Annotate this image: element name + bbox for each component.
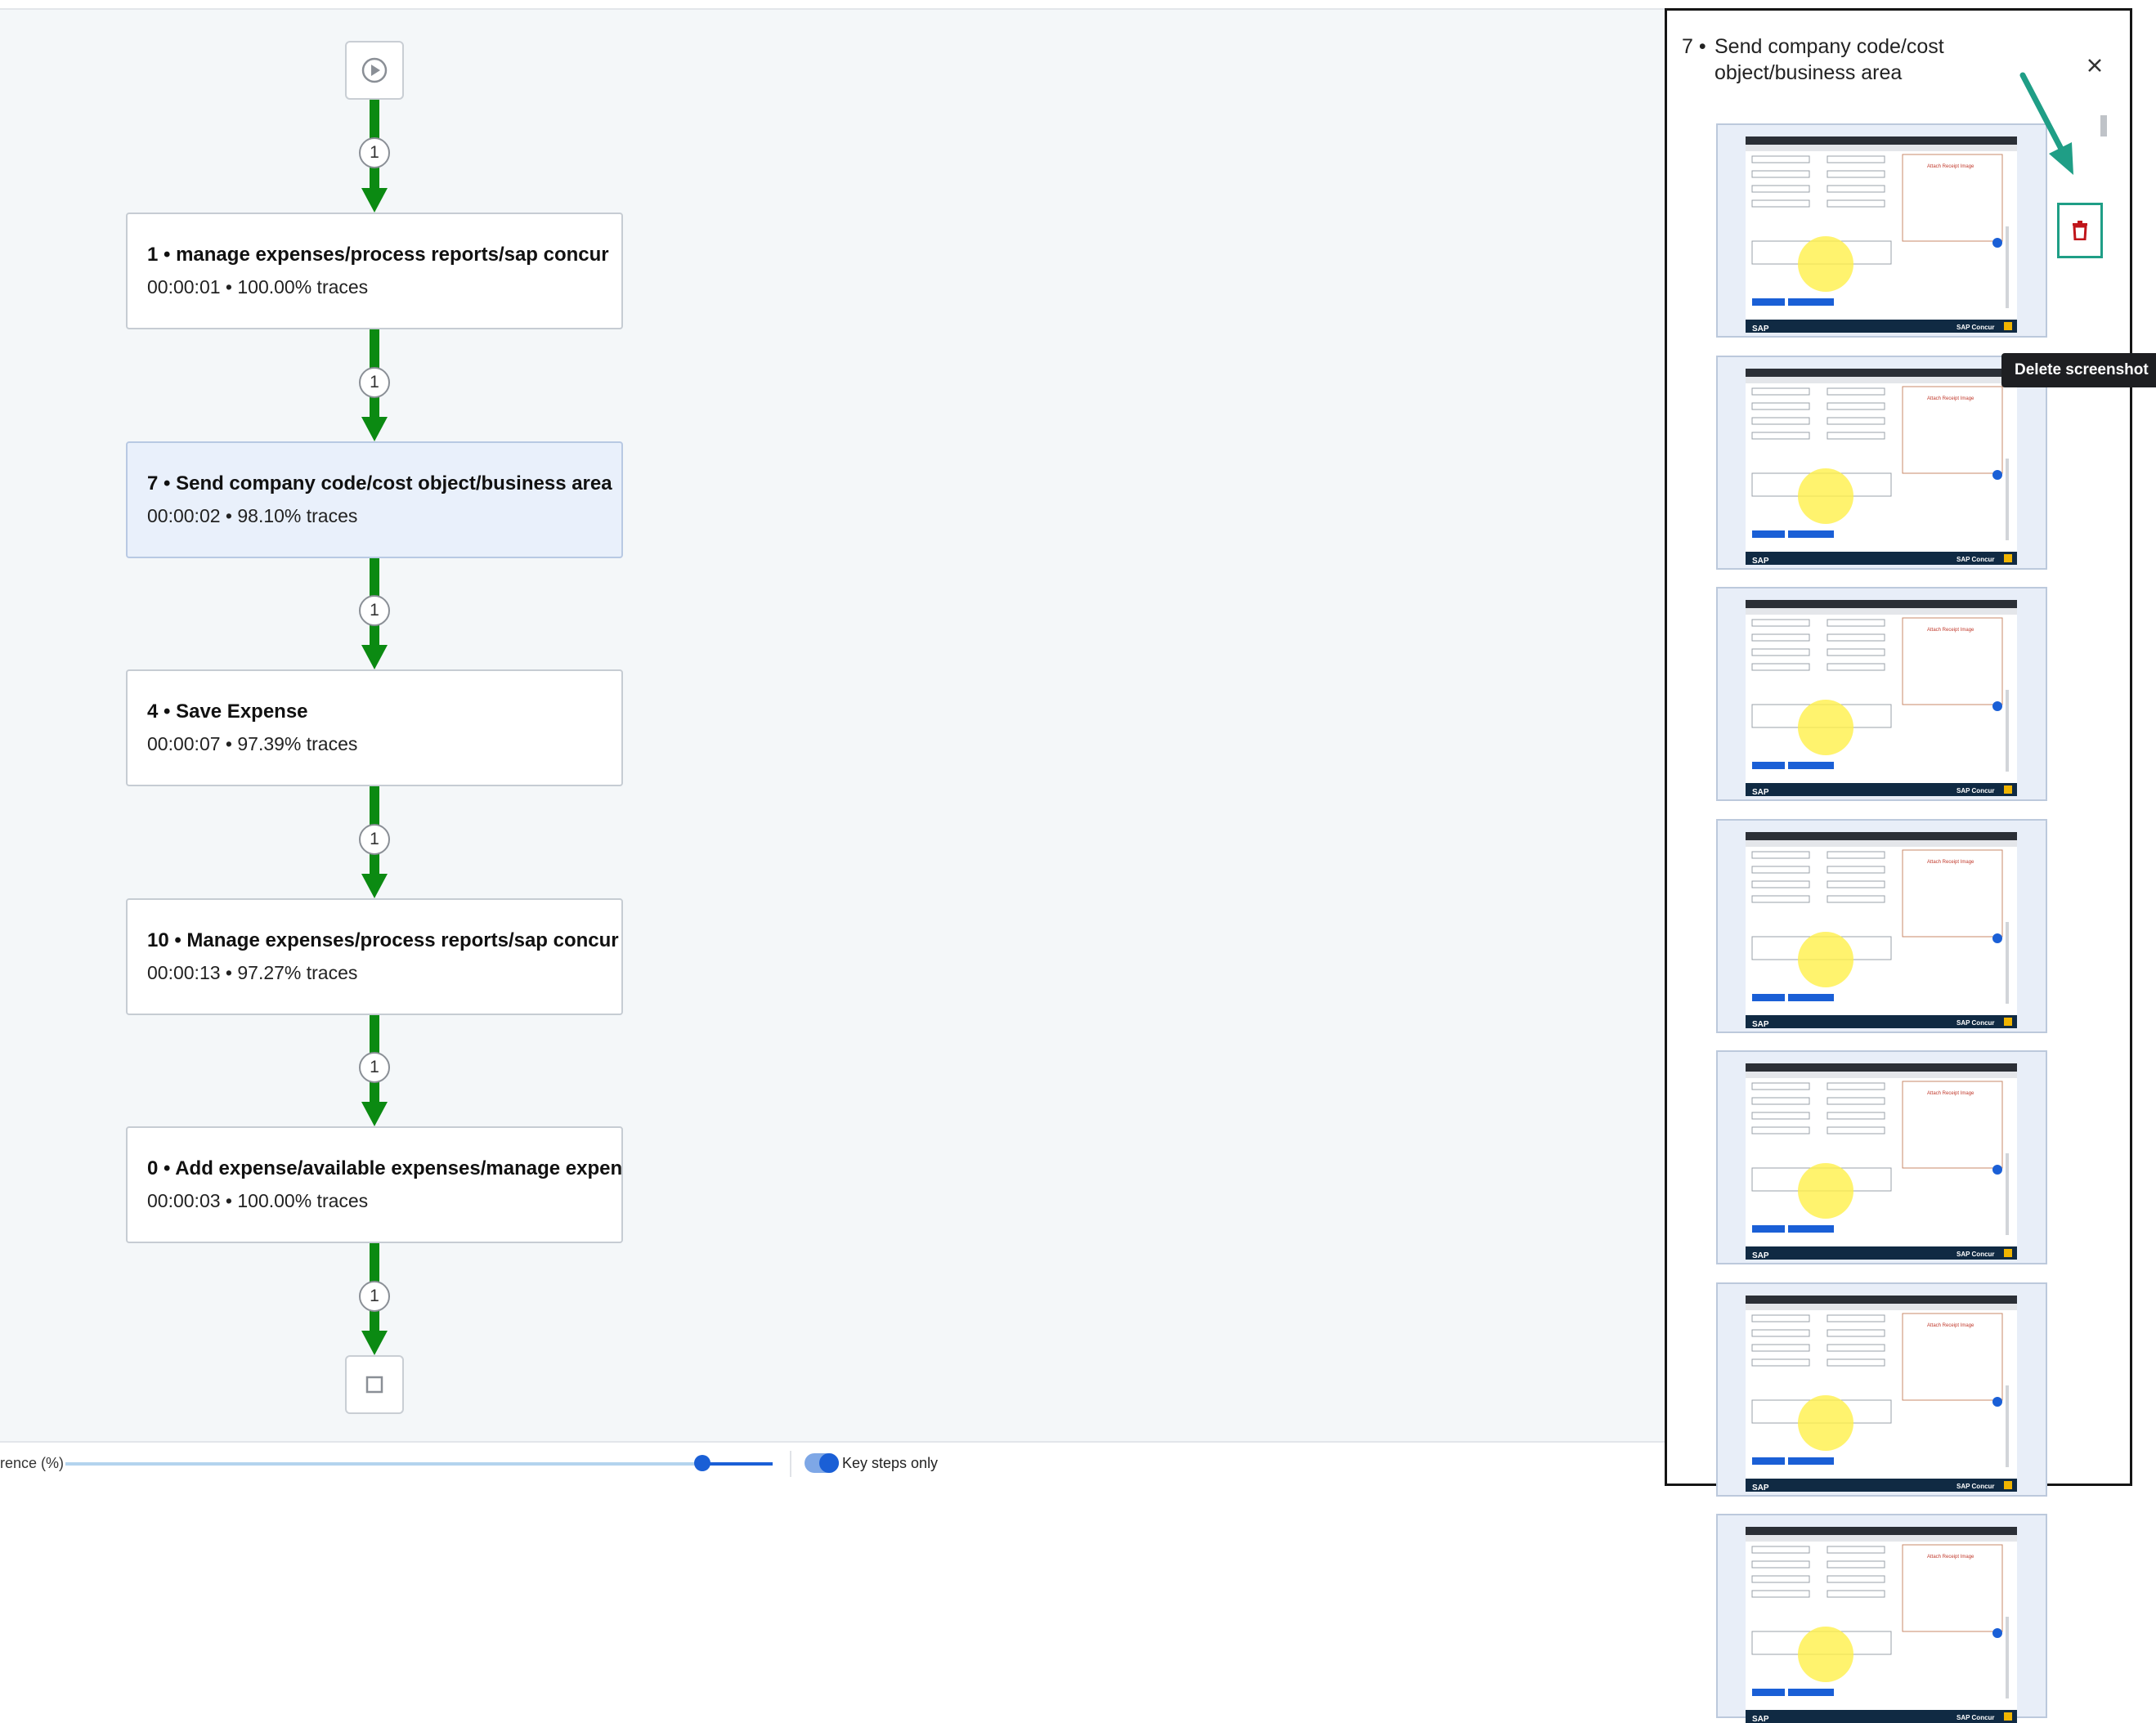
step-card[interactable]: 4 • Save Expense 00:00:07 • 97.39% traces [126, 669, 623, 786]
step-title: 10 • Manage expenses/process reports/sap… [147, 929, 619, 951]
screenshot-thumbnail[interactable]: Attach Receipt Image SAP SAP Concur [1716, 1514, 2047, 1723]
thumb-brand-text: SAP Concur [1957, 556, 1995, 563]
step-meta: 00:00:03 • 100.00% traces [147, 1190, 369, 1211]
step-meta: 00:00:13 • 97.27% traces [147, 962, 358, 983]
screenshot-thumbnail[interactable]: Attach Receipt Image SAP SAP Concur [1716, 355, 2047, 570]
panel-title: 7 • Send company code/cost object/busine… [1682, 34, 2058, 86]
screenshot-thumbnail[interactable]: Attach Receipt Image SAP SAP Concur [1716, 1050, 2047, 1264]
panel-title-number: 7 • [1682, 35, 1706, 58]
screenshot-image: Attach Receipt Image SAP SAP Concur [1746, 368, 2017, 565]
thumb-sap-text: SAP [1752, 1251, 1769, 1260]
thumb-sap-text: SAP [1752, 1715, 1769, 1723]
annotation-arrow [2019, 72, 2073, 175]
panel-scrollbar[interactable] [2100, 115, 2107, 136]
play-circle-icon [361, 57, 388, 83]
thumb-attach-text: Attach Receipt Image [1927, 164, 1974, 169]
screenshot-thumbnail[interactable]: Attach Receipt Image SAP SAP Concur [1716, 587, 2047, 801]
step-card[interactable]: 10 • Manage expenses/process reports/sap… [126, 898, 623, 1015]
panel-title-text: Send company code/cost object/business a… [1714, 35, 1944, 84]
key-steps-toggle[interactable] [805, 1453, 839, 1473]
screenshot-image: Attach Receipt Image SAP SAP Concur [1746, 831, 2017, 1028]
screenshot-thumbnail[interactable]: Attach Receipt Image SAP SAP Concur [1716, 123, 2047, 338]
thumb-attach-text: Attach Receipt Image [1927, 1323, 1974, 1328]
flow-edge-count[interactable]: 1 [359, 595, 390, 626]
delete-screenshot-tooltip: Delete screenshot [2001, 353, 2156, 387]
flow-edge-count[interactable]: 1 [359, 1280, 390, 1312]
thumb-sap-text: SAP [1752, 324, 1769, 333]
step-card[interactable]: 0 • Add expense/available expenses/manag… [126, 1126, 623, 1243]
thumb-brand-text: SAP Concur [1957, 1019, 1995, 1027]
thumb-attach-text: Attach Receipt Image [1927, 628, 1974, 633]
thumb-sap-text: SAP [1752, 1020, 1769, 1028]
step-details-panel: 7 • Send company code/cost object/busine… [1665, 8, 2132, 1723]
flow-edge-arrow [361, 188, 388, 213]
step-title: 7 • Send company code/cost object/busine… [147, 472, 612, 495]
stop-square-icon [365, 1376, 383, 1394]
close-icon[interactable] [2082, 53, 2107, 78]
thumb-brand-text: SAP Concur [1957, 1251, 1995, 1258]
flow-edge-arrow [361, 645, 388, 669]
thumb-brand-text: SAP Concur [1957, 1483, 1995, 1490]
step-card[interactable]: 1 • manage expenses/process reports/sap … [126, 213, 623, 329]
slider-track[interactable] [65, 1462, 773, 1466]
screenshot-image: Attach Receipt Image SAP SAP Concur [1746, 1295, 2017, 1492]
slider-label: rence (%) [0, 1455, 65, 1471]
end-node[interactable] [345, 1355, 404, 1414]
thumb-sap-text: SAP [1752, 1484, 1769, 1492]
key-steps-label: Key steps only [842, 1455, 939, 1471]
flow-edge-arrow [361, 1102, 388, 1126]
thumb-sap-text: SAP [1752, 788, 1769, 796]
step-card[interactable]: 7 • Send company code/cost object/busine… [126, 441, 623, 558]
thumb-attach-text: Attach Receipt Image [1927, 1091, 1974, 1096]
screenshot-image: Attach Receipt Image SAP SAP Concur [1746, 600, 2017, 796]
thumb-attach-text: Attach Receipt Image [1927, 396, 1974, 401]
slider-fill [703, 1462, 773, 1466]
step-title: 0 • Add expense/available expenses/manag… [147, 1157, 623, 1179]
trash-icon [2073, 221, 2087, 240]
screenshot-image: Attach Receipt Image SAP SAP Concur [1746, 136, 2017, 333]
delete-screenshot-button[interactable] [2057, 203, 2103, 258]
flow-edge-count[interactable]: 1 [359, 366, 390, 398]
thumb-brand-text: SAP Concur [1957, 787, 1995, 794]
flow-edge-count[interactable]: 1 [359, 1052, 390, 1083]
toolbar-divider [790, 1451, 791, 1477]
screenshot-image: Attach Receipt Image SAP SAP Concur [1746, 1527, 2017, 1723]
toggle-knob [819, 1453, 839, 1473]
slider-handle[interactable] [694, 1455, 710, 1471]
process-flow-canvas[interactable]: 1 1 • manage expenses/process reports/sap… [0, 8, 1665, 1443]
flow-edge-count[interactable]: 1 [359, 823, 390, 855]
flow-edge-count[interactable]: 1 [359, 137, 390, 168]
flow-edge-arrow [361, 874, 388, 898]
thumb-sap-text: SAP [1752, 557, 1769, 565]
step-meta: 00:00:01 • 100.00% traces [147, 276, 369, 298]
flow-edge-arrow [361, 417, 388, 441]
step-title: 4 • Save Expense [147, 700, 308, 723]
screenshot-thumbnail[interactable]: Attach Receipt Image SAP SAP Concur [1716, 818, 2047, 1033]
thumb-brand-text: SAP Concur [1957, 1714, 1995, 1721]
screenshot-thumbnail[interactable]: Attach Receipt Image SAP SAP Concur [1716, 1282, 2047, 1497]
thumb-brand-text: SAP Concur [1957, 324, 1995, 331]
step-meta: 00:00:02 • 98.10% traces [147, 505, 358, 526]
thumb-attach-text: Attach Receipt Image [1927, 1555, 1974, 1560]
start-node[interactable] [345, 41, 404, 100]
thumb-attach-text: Attach Receipt Image [1927, 860, 1974, 865]
bottom-toolbar: rence (%) Key steps only [0, 1441, 1665, 1485]
step-meta: 00:00:07 • 97.39% traces [147, 733, 358, 754]
flow-edge-arrow [361, 1331, 388, 1355]
screenshot-image: Attach Receipt Image SAP SAP Concur [1746, 1063, 2017, 1260]
step-title: 1 • manage expenses/process reports/sap … [147, 244, 609, 266]
